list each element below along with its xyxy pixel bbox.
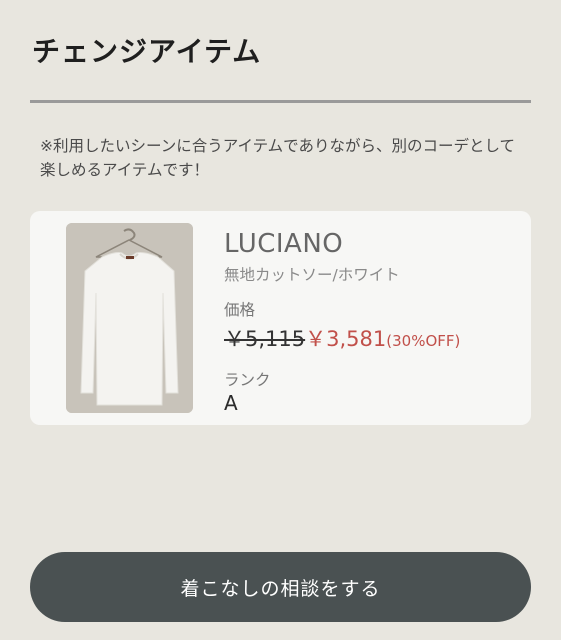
sale-price: ￥3,581 [305, 327, 387, 351]
page-title: チェンジアイテム [32, 35, 262, 68]
header-divider [30, 100, 531, 103]
product-name: 無地カットソー/ホワイト [224, 266, 400, 284]
price-label: 価格 [224, 301, 256, 319]
description-note: ※利用したいシーンに合うアイテムでありながら、別のコーデとして楽しめるアイテムで… [40, 137, 516, 179]
rank-value: A [224, 391, 238, 415]
discount-badge: (30%OFF) [386, 332, 461, 350]
original-price: ￥5,115 [224, 327, 306, 351]
product-brand: LUCIANO [224, 229, 344, 259]
price-row: ￥5,115￥3,581(30%OFF) [224, 323, 460, 353]
rank-label: ランク [224, 371, 271, 389]
shirt-image-icon [66, 223, 193, 413]
product-image[interactable] [66, 223, 193, 413]
consult-button[interactable]: 着こなしの相談をする [30, 552, 531, 622]
product-card[interactable]: LUCIANO 無地カットソー/ホワイト 価格 ￥5,115￥3,581(30%… [30, 211, 531, 425]
